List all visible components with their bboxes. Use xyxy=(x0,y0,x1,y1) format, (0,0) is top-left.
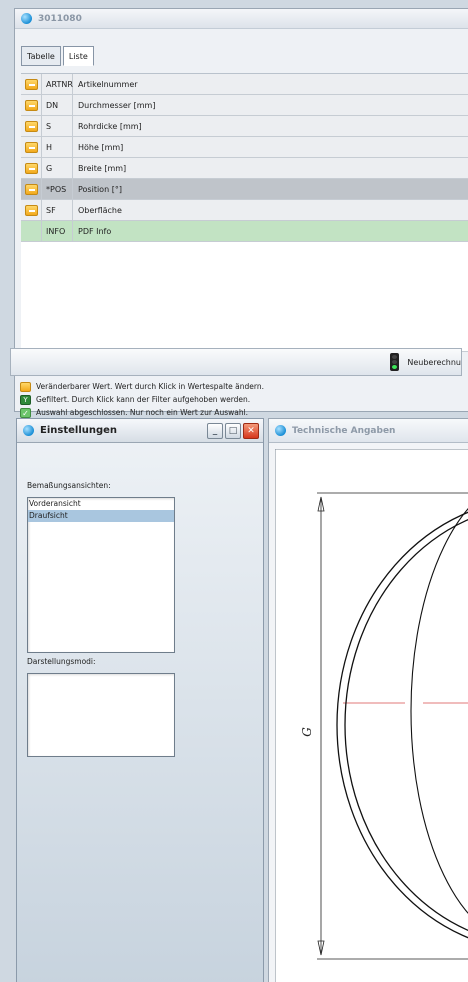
row-name: Rohrdicke [mm] xyxy=(78,121,142,131)
view-tabs: Tabelle Liste xyxy=(21,46,94,66)
window-title: 3011080 xyxy=(38,13,82,24)
settings-title: Einstellungen xyxy=(40,425,118,436)
window-titlebar: 3011080 xyxy=(15,9,468,29)
row-code: DN xyxy=(42,95,73,115)
edit-icon xyxy=(24,141,38,153)
modes-listbox[interactable] xyxy=(27,673,175,757)
edit-icon xyxy=(24,120,38,132)
list-row-dn[interactable]: DN Durchmesser [mm] xyxy=(21,95,468,116)
check-icon: ✓ xyxy=(20,407,31,418)
tech-titlebar: Technische Angaben xyxy=(269,419,468,443)
row-name: Höhe [mm] xyxy=(78,142,124,152)
tech-title: Technische Angaben xyxy=(292,425,396,436)
darstellung-label: Darstellungsmodi: xyxy=(27,657,96,666)
row-code: INFO xyxy=(42,221,73,241)
row-code: H xyxy=(42,137,73,157)
edit-icon xyxy=(24,162,38,174)
maximize-icon[interactable]: □ xyxy=(225,422,241,439)
settings-titlebar: Einstellungen _ □ ✕ xyxy=(17,419,263,443)
legend: Veränderbarer Wert. Wert durch Klick in … xyxy=(20,380,462,419)
close-icon[interactable]: ✕ xyxy=(243,422,259,439)
list-item-vorderansicht[interactable]: Vorderansicht xyxy=(28,498,174,510)
legend-text: Veränderbarer Wert. Wert durch Klick in … xyxy=(36,382,264,391)
parameter-list: ARTNR Artikelnummer DN Durchmesser [mm] … xyxy=(21,73,468,352)
filter-icon: Y xyxy=(20,394,31,405)
dimension-label: G xyxy=(300,727,314,737)
row-code: *POS xyxy=(42,179,73,199)
list-row-s[interactable]: S Rohrdicke [mm] xyxy=(21,116,468,137)
drawing-frame xyxy=(275,449,468,982)
tech-panel: Technische Angaben G xyxy=(268,418,468,982)
tab-liste[interactable]: Liste xyxy=(62,46,94,66)
bemassung-label: Bemaßungsansichten: xyxy=(27,481,111,490)
row-code: SF xyxy=(42,200,73,220)
edit-icon xyxy=(24,78,38,90)
legend-item: Veränderbarer Wert. Wert durch Klick in … xyxy=(20,380,462,393)
recalculate-button[interactable]: Neuberechnu xyxy=(10,348,462,376)
views-listbox[interactable]: Vorderansicht Draufsicht xyxy=(27,497,175,653)
traffic-light-icon xyxy=(390,353,400,371)
list-row-info[interactable]: INFO PDF Info xyxy=(21,221,468,242)
minimize-icon[interactable]: _ xyxy=(207,422,223,439)
row-name: Artikelnummer xyxy=(78,79,138,89)
list-row-pos[interactable]: *POS Position [°] xyxy=(21,179,468,200)
technical-drawing: G xyxy=(275,449,468,982)
list-row-h[interactable]: H Höhe [mm] xyxy=(21,137,468,158)
row-name: PDF Info xyxy=(78,226,112,236)
panel-icon xyxy=(23,425,34,436)
edit-icon xyxy=(24,204,38,216)
panel-icon xyxy=(275,425,286,436)
edit-icon xyxy=(24,183,38,195)
list-row-sf[interactable]: SF Oberfläche xyxy=(21,200,468,221)
window-controls: _ □ ✕ xyxy=(207,422,259,439)
row-name: Oberfläche xyxy=(78,205,122,215)
legend-item: Y Gefiltert. Durch Klick kann der Filter… xyxy=(20,393,462,406)
row-name: Breite [mm] xyxy=(78,163,127,173)
settings-panel: Einstellungen _ □ ✕ Bemaßungsansichten: … xyxy=(16,418,264,982)
list-empty-area xyxy=(21,242,468,352)
list-row-artnr[interactable]: ARTNR Artikelnummer xyxy=(21,74,468,95)
row-code: S xyxy=(42,116,73,136)
row-code: G xyxy=(42,158,73,178)
tab-tabelle[interactable]: Tabelle xyxy=(21,46,61,66)
row-name: Durchmesser [mm] xyxy=(78,100,156,110)
row-name: Position [°] xyxy=(78,184,122,194)
list-row-g[interactable]: G Breite [mm] xyxy=(21,158,468,179)
recalculate-label: Neuberechnu xyxy=(407,357,461,367)
edit-icon xyxy=(20,381,31,392)
app-icon xyxy=(21,13,32,24)
edit-icon xyxy=(24,99,38,111)
legend-text: Auswahl abgeschlossen. Nur noch ein Wert… xyxy=(36,408,249,417)
list-item-draufsicht[interactable]: Draufsicht xyxy=(28,510,174,522)
legend-text: Gefiltert. Durch Klick kann der Filter a… xyxy=(36,395,251,404)
row-code: ARTNR xyxy=(42,74,73,94)
